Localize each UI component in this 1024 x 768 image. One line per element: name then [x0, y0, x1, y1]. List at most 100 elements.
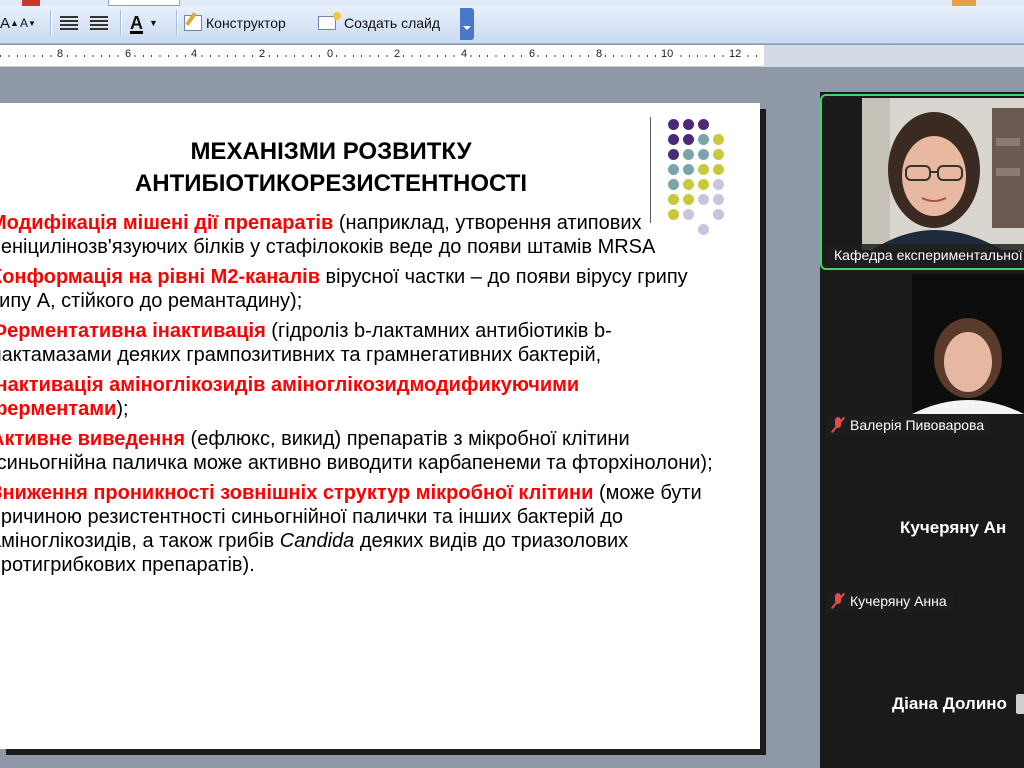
- ruler-label: 8: [595, 48, 604, 60]
- new-slide-label: Создать слайд: [344, 15, 441, 31]
- designer-icon: [184, 15, 202, 31]
- decorative-dot: [668, 179, 679, 190]
- decorative-dot: [698, 179, 709, 190]
- ruler-ticks: [0, 55, 764, 57]
- ruler-label: 8: [56, 48, 65, 60]
- paragraph-highlight: Інактивація аміноглікозидів аміноглікози…: [0, 374, 580, 420]
- bullet-paragraph: Активне виведення (ефлюкс, викид) препар…: [0, 427, 720, 475]
- toolbar-separator: [176, 10, 177, 36]
- font-color-button[interactable]: A ▼: [130, 10, 158, 36]
- paragraph-highlight: Конформація на рівні М2-каналів: [0, 266, 320, 288]
- shrink-font-icon: A: [20, 16, 29, 30]
- decorative-dot: [668, 194, 679, 205]
- decorative-dot: [683, 134, 694, 145]
- decorative-dot: [668, 164, 679, 175]
- designer-label: Конструктор: [206, 15, 286, 31]
- horizontal-ruler[interactable]: 8 6 4 2 0 2 4 6 8 10 12: [0, 45, 764, 67]
- slide-title[interactable]: МЕХАНІЗМИ РОЗВИТКУ АНТИБІОТИКОРЕЗИСТЕНТН…: [36, 136, 626, 200]
- shrink-font-button[interactable]: A ▼: [18, 10, 36, 36]
- slide-body-text[interactable]: Модифікація мішені дії препаратів (напри…: [0, 211, 720, 583]
- participants-panel: Кафедра експериментальної Валерія Пивова…: [820, 92, 1024, 768]
- bullet-paragraph: Модифікація мішені дії препаратів (напри…: [0, 211, 720, 259]
- slide-canvas[interactable]: МЕХАНІЗМИ РОЗВИТКУ АНТИБІОТИКОРЕЗИСТЕНТН…: [0, 103, 760, 749]
- help-icon[interactable]: [952, 0, 976, 6]
- ruler-label: 2: [393, 48, 402, 60]
- microphone-muted-icon: [832, 417, 844, 433]
- app-icon[interactable]: [22, 0, 40, 6]
- participant-name: Кучеряну Анна: [850, 593, 947, 609]
- toolbar-options-handle[interactable]: [460, 8, 474, 40]
- ruler-label: 2: [258, 48, 267, 60]
- decorative-dot: [713, 164, 724, 175]
- paragraph-highlight: Ферментативна інактивація: [0, 320, 266, 342]
- decorative-dot: [683, 149, 694, 160]
- decorative-dot: [683, 164, 694, 175]
- bullet-paragraph: Інактивація аміноглікозидів аміноглікози…: [0, 373, 720, 421]
- increase-indent-icon: [90, 16, 108, 30]
- panel-scroll-handle[interactable]: [1016, 694, 1024, 714]
- decorative-dot: [713, 134, 724, 145]
- participant-display-name: Діана Долино: [892, 694, 1007, 713]
- slide-title-line: МЕХАНІЗМИ РОЗВИТКУ: [190, 138, 472, 165]
- decrease-indent-button[interactable]: [60, 10, 78, 36]
- decorative-dot: [713, 179, 724, 190]
- participant-video: [862, 98, 1024, 250]
- paragraph-highlight: Зниження проникності зовнішніх структур …: [0, 482, 594, 504]
- ruler-label: 4: [460, 48, 469, 60]
- decorative-dot: [668, 119, 679, 130]
- slide-title-line: АНТИБІОТИКОРЕЗИСТЕНТНОСТІ: [134, 170, 528, 197]
- font-color-icon: A: [130, 12, 143, 33]
- decorative-dot: [713, 194, 724, 205]
- paragraph-highlight: Модифікація мішені дії препаратів: [0, 212, 334, 234]
- paragraph-italic: Candida: [279, 530, 355, 552]
- participant-display-name: Кучеряну Ан: [900, 518, 1007, 537]
- decorative-dot: [668, 134, 679, 145]
- toolbar-separator: [120, 10, 121, 36]
- decorative-dot: [698, 164, 709, 175]
- decorative-dot: [698, 134, 709, 145]
- toolbar-separator: [50, 10, 51, 36]
- decorative-dot: [698, 194, 709, 205]
- font-size-box[interactable]: [108, 0, 180, 6]
- ruler-label: 6: [124, 48, 133, 60]
- participant-name-tag: Кучеряну Анна: [826, 590, 953, 612]
- ruler-end-area: [764, 45, 1024, 67]
- new-slide-icon: [318, 12, 341, 30]
- decorative-dot: [713, 149, 724, 160]
- decorative-dot: [683, 179, 694, 190]
- ruler-label: 6: [528, 48, 537, 60]
- ruler-label: 12: [728, 48, 743, 60]
- toolbar: A ▲ A ▼ A ▼ Конструктор Создать слайд: [0, 0, 1024, 44]
- participant-video: [912, 274, 1024, 414]
- designer-button[interactable]: Конструктор: [184, 10, 286, 36]
- decorative-dot: [683, 119, 694, 130]
- toolbar-top-strip: [0, 0, 1024, 6]
- participant-name: Кафедра експериментальної: [834, 247, 1023, 263]
- participant-tile[interactable]: Валерія Пивоварова: [820, 274, 1024, 444]
- new-slide-button[interactable]: Создать слайд: [318, 10, 440, 36]
- decorative-dot: [683, 194, 694, 205]
- paragraph-highlight: Активне виведення: [0, 428, 185, 450]
- decorative-dot: [698, 119, 709, 130]
- bullet-paragraph: Ферментативна інактивація (гідроліз b-ла…: [0, 319, 720, 367]
- bullet-paragraph: Конформація на рівні М2-каналів вірусної…: [0, 265, 720, 313]
- decorative-dot: [698, 149, 709, 160]
- decorative-dot: [668, 149, 679, 160]
- participant-tile[interactable]: Кафедра експериментальної: [820, 94, 1024, 270]
- decrease-indent-icon: [60, 16, 78, 30]
- ruler-label: 4: [190, 48, 199, 60]
- participant-tile[interactable]: Кучеряну Ан Кучеряну Анна: [820, 448, 1024, 624]
- paragraph-text: );: [116, 398, 129, 420]
- participant-tile[interactable]: Діана Долино: [820, 632, 1024, 768]
- grow-font-button[interactable]: A ▲: [0, 10, 19, 36]
- microphone-muted-icon: [832, 593, 844, 609]
- grow-font-icon: A: [0, 14, 11, 32]
- decorative-divider: [650, 117, 651, 223]
- ruler-label: 10: [660, 48, 675, 60]
- participant-name: Валерія Пивоварова: [850, 417, 985, 433]
- increase-indent-button[interactable]: [90, 10, 108, 36]
- chevron-down-icon[interactable]: ▼: [149, 18, 158, 28]
- bullet-paragraph: Зниження проникності зовнішніх структур …: [0, 481, 720, 577]
- participant-name-tag: Валерія Пивоварова: [826, 414, 991, 436]
- ruler-label: 0: [326, 48, 335, 60]
